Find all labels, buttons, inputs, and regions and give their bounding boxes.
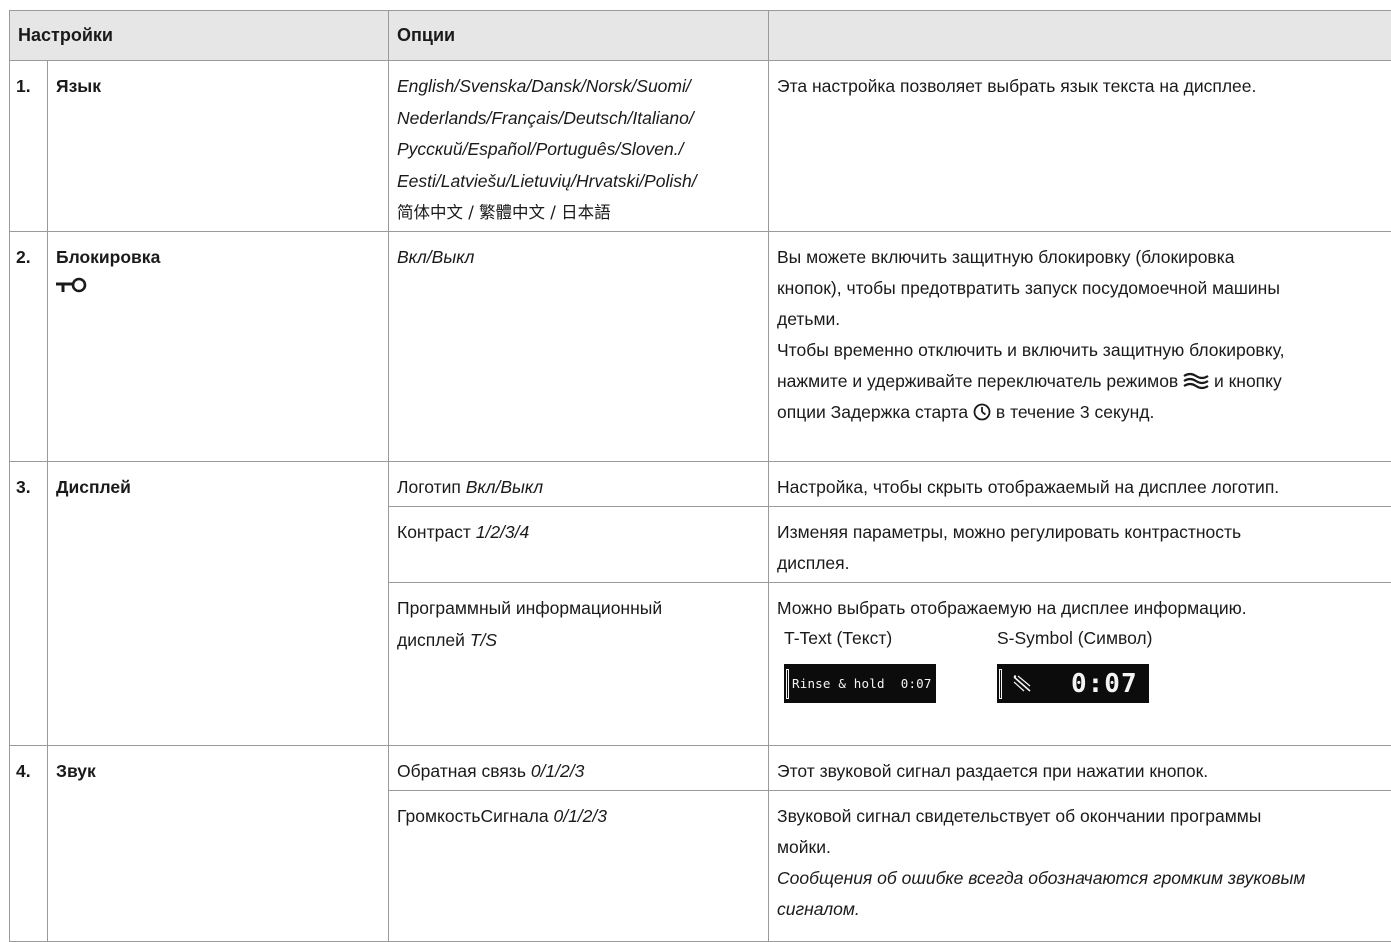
desc-text: опции Задержка старта	[777, 402, 968, 422]
desc-line: детьми.	[777, 304, 1391, 335]
option-values: T/S	[470, 630, 497, 650]
desc-line: опции Задержка старта в течение 3 секунд…	[777, 397, 1391, 428]
desc-line: Чтобы временно отключить и включить защи…	[777, 335, 1391, 366]
options-sound-volume: ГромкостьСигнала 0/1/2/3	[389, 791, 769, 942]
program-selector-icon	[1183, 372, 1209, 390]
desc-line: Звуковой сигнал свидетельствует об оконч…	[777, 801, 1391, 832]
symbol-display-example: S-Symbol (Символ) 0:07	[997, 625, 1152, 703]
lcd-program-name: Rinse & hold	[792, 671, 885, 697]
desc-text: и кнопку	[1214, 371, 1282, 391]
desc-display-logo: Настройка, чтобы скрыть отображаемый на …	[769, 462, 1391, 507]
table-header-row: Настройки Опции	[10, 11, 1391, 61]
row-number: 2.	[10, 232, 48, 462]
table-row-sound-feedback: 4. Звук Обратная связь 0/1/2/3 Этот звук…	[10, 746, 1391, 791]
header-settings: Настройки	[10, 11, 389, 61]
note-line: сигналом.	[777, 894, 1391, 925]
settings-table: Настройки Опции 1. Язык English/Svenska/…	[9, 10, 1391, 942]
option-values: 0/1/2/3	[531, 761, 585, 781]
setting-name-lock-cell: Блокировка	[48, 232, 389, 462]
language-options-line: English/Svenska/Dansk/Norsk/Suomi/	[397, 71, 768, 103]
key-icon	[56, 277, 92, 293]
desc-display-contrast: Изменяя параметры, можно регулировать ко…	[769, 507, 1391, 583]
text-display-example: T-Text (Текст) Rinse & hold 0:07	[777, 625, 997, 703]
table-row-lock: 2. Блокировка Вкл/Выкл Вы можете включит…	[10, 232, 1391, 462]
option-label: дисплей	[397, 630, 465, 650]
lcd-time: 0:07	[1071, 671, 1138, 697]
header-description	[769, 11, 1391, 61]
clock-icon	[973, 403, 991, 421]
text-display-screen: Rinse & hold 0:07	[784, 664, 936, 703]
desc-line: Изменяя параметры, можно регулировать ко…	[777, 517, 1391, 548]
row-number: 1.	[10, 61, 48, 232]
note-line: Сообщения об ошибке всегда обозначаются …	[777, 863, 1391, 894]
symbol-display-screen: 0:07	[997, 664, 1149, 703]
setting-name-lock: Блокировка	[56, 247, 160, 267]
setting-name-language: Язык	[48, 61, 389, 232]
options-lock: Вкл/Выкл	[389, 232, 769, 462]
rinse-symbol-icon	[1011, 674, 1033, 694]
setting-name-sound: Звук	[48, 746, 389, 942]
language-options-line: Nederlands/Français/Deutsch/Italiano/	[397, 103, 768, 135]
table-row-language: 1. Язык English/Svenska/Dansk/Norsk/Suom…	[10, 61, 1391, 232]
language-options-line: Eesti/Latviešu/Lietuvių/Hrvatski/Polish/	[397, 166, 768, 198]
row-number: 4.	[10, 746, 48, 942]
desc-sound-feedback: Этот звуковой сигнал раздается при нажат…	[769, 746, 1391, 791]
symbol-display-label: S-Symbol (Символ)	[997, 625, 1152, 651]
option-values: Вкл/Выкл	[466, 477, 543, 497]
desc-line: дисплея.	[777, 548, 1391, 579]
option-label: Контраст	[397, 522, 471, 542]
desc-line: нажмите и удерживайте переключатель режи…	[777, 366, 1391, 397]
desc-sound-volume: Звуковой сигнал свидетельствует об оконч…	[769, 791, 1391, 942]
desc-language: Эта настройка позволяет выбрать язык тек…	[769, 61, 1391, 232]
desc-lock: Вы можете включить защитную блокировку (…	[769, 232, 1391, 462]
text-display-label: T-Text (Текст)	[784, 625, 997, 651]
desc-line: кнопок), чтобы предотвратить запуск посу…	[777, 273, 1391, 304]
desc-line: Можно выбрать отображаемую на дисплее ин…	[777, 593, 1391, 624]
option-label: Логотип	[397, 477, 461, 497]
option-values: 1/2/3/4	[476, 522, 530, 542]
desc-line: Вы можете включить защитную блокировку (…	[777, 242, 1391, 273]
options-display-contrast: Контраст 1/2/3/4	[389, 507, 769, 583]
language-options-cjk: 简体中文 / 繁體中文 / 日本語	[397, 197, 768, 229]
options-language: English/Svenska/Dansk/Norsk/Suomi/ Neder…	[389, 61, 769, 232]
options-display-program-info: Программный информационный дисплей T/S	[389, 583, 769, 746]
row-number: 3.	[10, 462, 48, 746]
setting-name-display: Дисплей	[48, 462, 389, 746]
option-label: ГромкостьСигнала	[397, 806, 549, 826]
desc-display-program-info: Можно выбрать отображаемую на дисплее ин…	[769, 583, 1391, 746]
settings-page: Настройки Опции 1. Язык English/Svenska/…	[9, 10, 1391, 942]
level-bar-icon	[786, 669, 789, 699]
level-bar-icon	[999, 669, 1002, 699]
desc-line: мойки.	[777, 832, 1391, 863]
desc-text: в течение 3 секунд.	[996, 402, 1154, 422]
option-values: 0/1/2/3	[553, 806, 607, 826]
option-label: Программный информационный	[397, 593, 768, 625]
desc-text: нажмите и удерживайте переключатель режи…	[777, 371, 1178, 391]
options-sound-feedback: Обратная связь 0/1/2/3	[389, 746, 769, 791]
option-label: Обратная связь	[397, 761, 526, 781]
header-options: Опции	[389, 11, 769, 61]
language-options-line: Русский/Español/Português/Sloven./	[397, 134, 768, 166]
lcd-time: 0:07	[901, 671, 932, 697]
display-examples: T-Text (Текст) Rinse & hold 0:07 S-Symbo…	[777, 625, 1391, 703]
table-row-display-logo: 3. Дисплей Логотип Вкл/Выкл Настройка, ч…	[10, 462, 1391, 507]
options-display-logo: Логотип Вкл/Выкл	[389, 462, 769, 507]
